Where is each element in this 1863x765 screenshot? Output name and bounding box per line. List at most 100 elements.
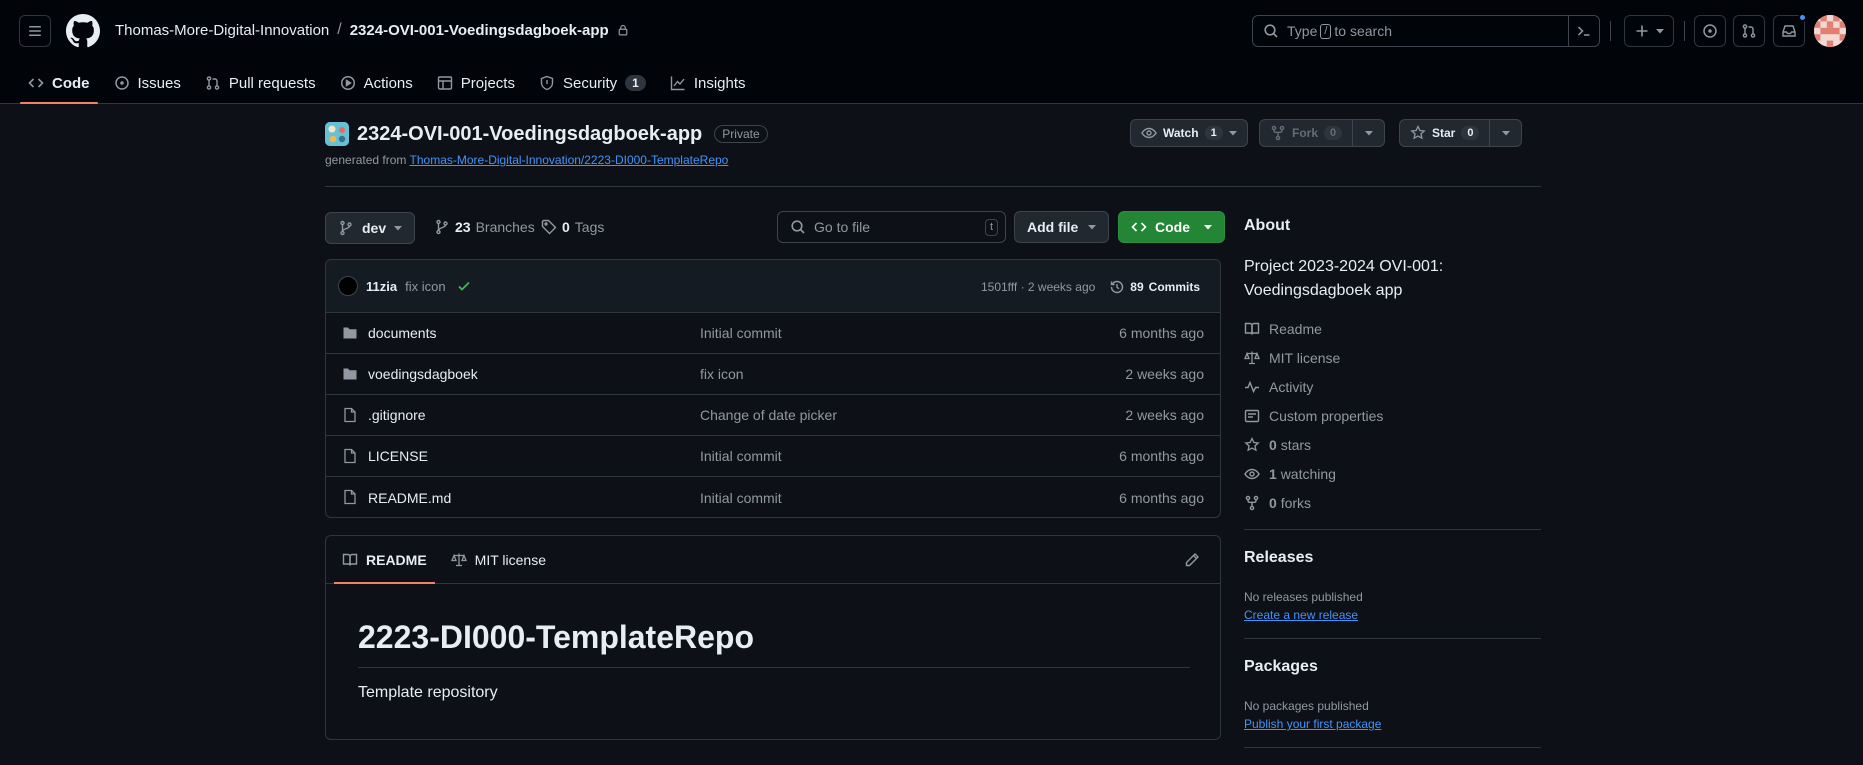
generated-prefix: generated from [325,153,407,167]
tab-label: Issues [137,74,181,92]
readme-body: Template repository [358,684,498,701]
breadcrumb-repo-link[interactable]: 2324-OVI-001-Voedingsdagboek-app [350,22,609,39]
commit-message-link[interactable]: fix icon [405,279,445,294]
tab-insights[interactable]: Insights [662,62,754,104]
table-row[interactable]: .gitignore Change of date picker 2 weeks… [326,395,1220,436]
file-commit-message[interactable]: Initial commit [700,490,782,506]
branches-link[interactable]: 23 Branches [434,219,535,235]
triangle-down-icon [1228,131,1237,136]
tab-label: Projects [460,74,515,92]
edit-readme-button[interactable] [1184,552,1200,568]
tab-code[interactable]: Code [20,62,98,104]
search-input[interactable]: Type / to search [1252,15,1600,47]
custom-properties-link[interactable]: Custom properties [1244,408,1383,424]
check-icon[interactable] [456,278,472,294]
releases-empty-text: No releases published [1244,590,1363,604]
file-commit-message[interactable]: fix icon [700,366,744,382]
branches-count: 23 [455,219,471,235]
forks-link[interactable]: 0 forks [1244,495,1311,511]
releases-heading[interactable]: Releases [1244,549,1313,567]
triangle-down-icon [394,226,403,231]
watching-link[interactable]: 1 watching [1244,466,1336,482]
star-icon [1410,125,1426,140]
repo-forked-icon [1245,495,1259,511]
repo-nav-tabs: Code Issues Pull requests Actions Projec… [20,62,762,104]
repo-name-link[interactable]: 2324-OVI-001-Voedingsdagboek-app [357,123,702,146]
code-button[interactable]: Code [1118,211,1225,243]
star-dropdown-button[interactable] [1489,120,1521,146]
breadcrumb-owner-link[interactable]: Thomas-More-Digital-Innovation [115,22,329,39]
watch-count: 1 [1204,126,1223,140]
file-commit-message[interactable]: Initial commit [700,448,782,464]
template-repo-link[interactable]: Thomas-More-Digital-Innovation/2223-DI00… [410,153,729,167]
github-logo-icon[interactable] [66,14,100,48]
about-description: Project 2023-2024 OVI-001: Voedingsdagbo… [1244,258,1444,299]
table-row[interactable]: LICENSE Initial commit 6 months ago [326,436,1220,477]
avatar[interactable] [1814,15,1846,47]
file-name-link[interactable]: LICENSE [368,448,428,464]
go-to-file-placeholder: Go to file [814,219,871,235]
issues-button[interactable] [1694,15,1726,47]
readme-link[interactable]: Readme [1244,321,1322,337]
pull-requests-button[interactable] [1733,15,1765,47]
divider [358,667,1190,668]
commit-meta: 1501fff · 2 weeks ago 89 Commits [981,260,1200,313]
go-to-file-input[interactable]: Go to file t [777,211,1006,243]
publish-package-link[interactable]: Publish your first package [1244,717,1381,731]
file-name-link[interactable]: .gitignore [368,407,426,423]
header-divider [1684,21,1685,41]
tab-readme[interactable]: README [334,536,435,584]
commit-author-link[interactable]: 11zia [366,279,397,294]
watch-label: Watch [1163,126,1199,140]
issue-opened-icon [114,76,129,90]
shield-icon [540,75,554,91]
file-table: 11zia fix icon 1501fff · 2 weeks ago 89 … [325,259,1221,518]
breadcrumb-separator: / [337,21,342,38]
commit-hash-age[interactable]: 1501fff · 2 weeks ago [981,280,1095,294]
star-button[interactable]: Star 0 [1400,120,1489,146]
commits-history-link[interactable]: 89 Commits [1109,279,1200,295]
packages-heading[interactable]: Packages [1244,658,1318,676]
add-file-button[interactable]: Add file [1014,211,1110,243]
file-age: 6 months ago [1119,489,1204,506]
go-to-file-shortcut: t [984,219,998,236]
issue-opened-icon [1703,24,1717,38]
file-name-link[interactable]: documents [368,325,436,341]
command-palette-button[interactable] [1568,16,1599,46]
tab-license[interactable]: MIT license [443,536,554,584]
file-commit-message[interactable]: Change of date picker [700,407,837,423]
tags-link[interactable]: 0 Tags [541,219,604,235]
tab-projects[interactable]: Projects [429,62,523,104]
tab-pull-requests[interactable]: Pull requests [197,62,324,104]
triangle-down-icon [1364,131,1373,136]
fork-button[interactable]: Fork 0 [1260,120,1352,146]
table-row[interactable]: README.md Initial commit 6 months ago [326,477,1220,517]
file-name-link[interactable]: voedingsdagboek [368,366,478,382]
file-name-link[interactable]: README.md [368,490,451,506]
watch-button[interactable]: Watch 1 [1131,120,1247,146]
fork-dropdown-button[interactable] [1352,120,1384,146]
search-placeholder-post: to search [1334,23,1393,39]
tab-issues[interactable]: Issues [106,62,189,104]
license-link[interactable]: MIT license [1244,350,1340,366]
tab-label: Actions [363,74,413,92]
folder-icon [343,368,357,380]
table-row[interactable]: documents Initial commit 6 months ago [326,313,1220,354]
watching-label: watching [1280,466,1336,482]
menu-button[interactable] [19,15,51,47]
tab-label: README [366,551,427,568]
create-new-button[interactable] [1624,15,1674,47]
repo-owner-avatar[interactable] [325,122,349,146]
tab-actions[interactable]: Actions [332,62,421,104]
tab-security[interactable]: Security 1 [531,62,654,104]
commit-author-avatar[interactable] [338,276,358,296]
file-commit-message[interactable]: Initial commit [700,325,782,341]
activity-link[interactable]: Activity [1244,379,1313,395]
stars-link[interactable]: 0 stars [1244,437,1311,453]
graph-icon [670,76,685,91]
table-row[interactable]: voedingsdagboek fix icon 2 weeks ago [326,354,1220,395]
git-pull-request-icon [206,76,220,90]
create-release-link[interactable]: Create a new release [1244,608,1358,622]
branch-selector[interactable]: dev [325,212,416,244]
star-icon [1244,437,1260,452]
